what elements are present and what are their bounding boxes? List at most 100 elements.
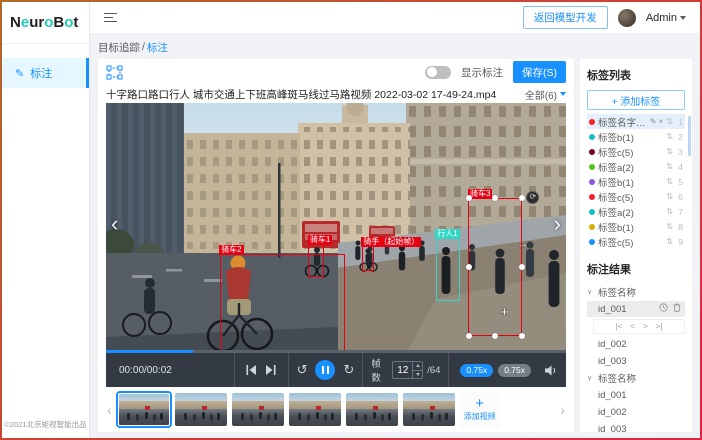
chevron-down-icon [680,16,686,20]
pause-button[interactable] [315,360,335,380]
video-prev-chevron[interactable]: ‹ [111,213,118,235]
label-row[interactable]: 标签b(1) ✎ × ⇅ 5 [587,174,685,189]
sort-icon[interactable]: ⇅ [666,177,673,186]
result-group-name: 标签名称 [598,285,636,299]
result-group-header[interactable]: ∨ 标签名称 [587,370,685,386]
labels-panel-title: 标签列表 [587,67,685,83]
result-item[interactable]: id_003 [587,421,685,432]
breadcrumb-parent[interactable]: 目标追踪 [98,40,140,55]
playback-speed-pill-active[interactable]: 0.75x [460,364,493,377]
sort-icon[interactable]: ⇅ [666,147,673,156]
annotation-box[interactable]: 行人1 [436,238,460,301]
sort-icon[interactable]: ⇅ [666,117,673,126]
resize-handle[interactable] [519,333,525,339]
filmstrip-thumbnail[interactable] [232,393,284,426]
forward-10-icon[interactable]: ↻ [343,362,354,378]
annotation-box[interactable]: 骑车1 [308,244,324,277]
history-icon[interactable] [659,303,668,315]
annotation-action-icon[interactable] [526,191,539,204]
filmstrip-thumbnail[interactable] [118,393,170,426]
sort-icon[interactable]: ⇅ [666,222,673,231]
label-order: 9 [676,237,683,247]
trash-icon[interactable] [673,303,681,315]
rewind-10-icon[interactable]: ↺ [297,362,308,378]
result-item-name: id_002 [598,407,627,418]
logo-part: e [21,14,29,31]
sort-icon[interactable]: ⇅ [666,162,673,171]
user-menu[interactable]: Admin [646,12,686,24]
result-group-name: 标签名称 [598,371,636,385]
filmstrip-prev-chevron[interactable]: ‹ [106,402,113,418]
avatar[interactable] [618,9,636,27]
label-row[interactable]: 标签b(1) ✎ × ⇅ 8 [587,219,685,234]
rect-select-tool-icon[interactable] [106,65,123,80]
annotation-box[interactable]: 骑车2 [220,254,346,352]
add-video-button[interactable]: + 添加视频 [460,392,500,428]
pager-first-icon[interactable]: |< [616,322,623,331]
edit-icon[interactable]: ✎ [650,117,657,126]
result-item[interactable]: id_001 [587,387,685,403]
result-item[interactable]: id_002 [587,336,685,352]
sort-icon[interactable]: ⇅ [666,237,673,246]
resize-handle[interactable] [466,195,472,201]
label-row[interactable]: 标签名字最长数... ✎ × ⇅ 1 [587,114,685,129]
back-to-model-dev-button[interactable]: 返回模型开发 [523,6,608,29]
label-row[interactable]: 标签c(5) ✎ × ⇅ 3 [587,144,685,159]
sort-icon[interactable]: ⇅ [666,192,673,201]
sort-icon[interactable]: ⇅ [666,207,673,216]
next-frame-button[interactable] [265,365,276,375]
resize-handle[interactable] [519,264,525,270]
sort-icon[interactable]: ⇅ [666,132,673,141]
label-row[interactable]: 标签c(5) ✎ × ⇅ 6 [587,189,685,204]
pager-prev-icon[interactable]: < [630,322,635,331]
sidebar-item-annotate[interactable]: ✎ 标注 [2,58,89,88]
label-row[interactable]: 标签b(1) ✎ × ⇅ 2 [587,129,685,144]
collapse-menu-icon[interactable] [104,13,117,23]
resize-handle[interactable] [492,195,498,201]
show-annotation-toggle[interactable] [425,66,451,79]
video-progress-bar[interactable] [106,350,566,353]
resize-handle[interactable] [519,195,525,201]
frame-increment-icon[interactable] [413,362,422,371]
result-group-header[interactable]: ∨ 标签名称 [587,284,685,300]
resize-handle[interactable] [466,264,472,270]
annotation-box[interactable]: 骑手（起始帧） [362,246,374,271]
filmstrip-thumbnail[interactable] [175,393,227,426]
volume-icon[interactable] [545,365,558,376]
progress-fill [106,350,193,353]
save-button[interactable]: 保存(S) [513,61,566,83]
result-item-name: id_001 [598,304,627,315]
resize-handle[interactable] [492,333,498,339]
annotation-box[interactable]: 骑车3 [468,198,522,336]
video-canvas: ‹ › 骑车2骑车1 骑手（起始帧） 行人1 骑车3 [106,103,566,353]
frame-number-input[interactable]: 12 [392,361,423,379]
frame-number-value[interactable]: 12 [393,362,412,378]
label-color-dot [589,224,595,230]
pager-last-icon[interactable]: >| [656,322,663,331]
result-item-name: id_003 [598,356,627,367]
label-row[interactable]: 标签a(2) ✎ × ⇅ 7 [587,204,685,219]
filmstrip-thumbnail[interactable] [289,393,341,426]
label-name: 标签名字最长数... [598,115,647,129]
label-row[interactable]: 标签a(2) ✎ × ⇅ 4 [587,159,685,174]
result-item[interactable]: id_003 [587,353,685,369]
resize-handle[interactable] [466,333,472,339]
add-label-button[interactable]: + 添加标签 [587,90,685,110]
filmstrip-next-chevron[interactable]: › [559,402,566,418]
label-row[interactable]: 标签c(5) ✎ × ⇅ 9 [587,234,685,249]
filter-dropdown[interactable]: 全部(6) [517,87,566,102]
result-item-selected[interactable]: id_001 [587,301,685,317]
playback-speed-pill[interactable]: 0.75x [498,364,531,377]
filmstrip-thumbnails [118,393,455,426]
filmstrip-thumbnail[interactable] [403,393,455,426]
prev-frame-button[interactable] [246,365,257,375]
filmstrip-thumbnail[interactable] [346,393,398,426]
delete-icon[interactable]: × [659,117,664,126]
content-area: 目标追踪 / 标注 显示标注 保存(S) [90,34,700,438]
scrollbar-thumb[interactable] [688,116,691,156]
frame-decrement-icon[interactable] [413,371,422,379]
result-item[interactable]: id_002 [587,404,685,420]
video-next-chevron[interactable]: › [554,213,561,235]
pager-next-icon[interactable]: > [643,322,648,331]
chevron-down-icon [560,92,566,96]
